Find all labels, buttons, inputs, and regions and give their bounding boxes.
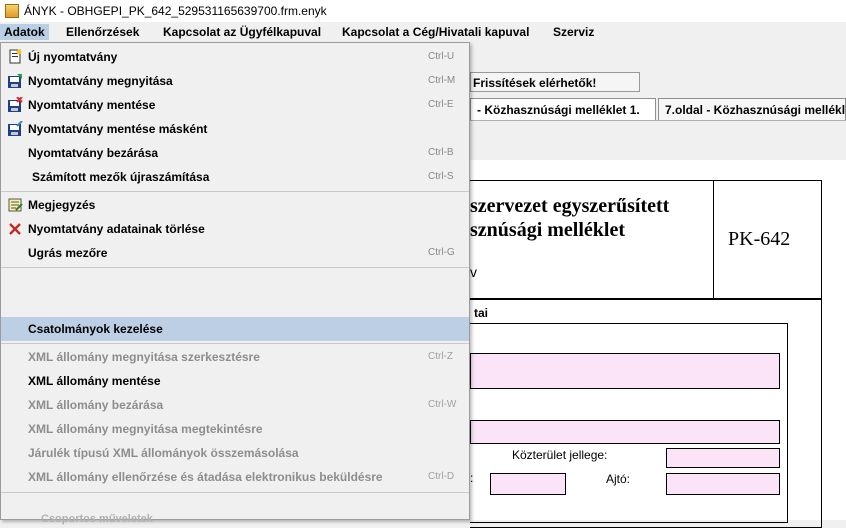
menu-ugyfelkapu[interactable]: Kapcsolat az Ügyfélkapuval: [159, 24, 325, 40]
window-title: ÁNYK - OBHGEPI_PK_642_529531165639700.fr…: [24, 4, 327, 18]
delete-icon: [9, 223, 21, 235]
header-divider: [713, 180, 714, 300]
menu-item-ugras-mezore[interactable]: Ugrás mezőre Ctrl-G: [1, 241, 469, 265]
label-ajto: Ajtó:: [606, 472, 631, 486]
menu-item-shortcut: Ctrl-G: [428, 247, 455, 258]
save-form-icon: [8, 97, 23, 112]
menu-item-szamitott-mezok[interactable]: Számított mezők újraszámítása Ctrl-S: [1, 165, 469, 189]
menu-ellenorzesek[interactable]: Ellenőrzések: [62, 24, 143, 40]
menu-item-csoportos-muveletek[interactable]: Csoportos műveletek: [41, 513, 153, 525]
menu-item-nyomtatvany-megnyitasa[interactable]: Nyomtatvány megnyitása Ctrl-M: [1, 69, 469, 93]
app-icon: [5, 4, 19, 18]
label-colon: :: [470, 471, 474, 485]
menu-item-shortcut: Ctrl-E: [428, 99, 454, 110]
adatok-dropdown-menu: Új nyomtatvány Ctrl-U Nyomtatvány megnyi…: [0, 42, 470, 525]
menu-item-shortcut: Ctrl-D: [428, 471, 455, 482]
menu-separator: [1, 343, 469, 344]
label-kozterulet-jellege: Közterület jellege:: [512, 448, 608, 462]
menu-item-label: XML állomány bezárása: [28, 398, 164, 412]
menu-item-shortcut: Ctrl-W: [428, 399, 457, 410]
save-as-icon: [8, 121, 23, 136]
menu-item-mentese-maskent[interactable]: Nyomtatvány mentése másként: [1, 117, 469, 141]
tab-kozhasznusagi-1[interactable]: - Közhasznúsági melléklet 1.: [470, 98, 656, 120]
menu-adatok[interactable]: Adatok: [0, 24, 49, 40]
menu-item-nyomtatvany-mentese[interactable]: Nyomtatvány mentése Ctrl-E: [1, 93, 469, 117]
title-bar: ÁNYK - OBHGEPI_PK_642_529531165639700.fr…: [0, 0, 846, 23]
menu-item-xml-mentese[interactable]: XML állomány mentése: [1, 369, 469, 393]
note-icon: [8, 198, 23, 212]
menu-item-label: XML állomány megnyitása megtekintésre: [28, 422, 263, 436]
menu-item-label: XML állomány ellenőrzése és átadása elek…: [28, 470, 383, 484]
menu-item-label: Új nyomtatvány: [28, 50, 118, 64]
address-field[interactable]: [470, 420, 780, 444]
ajto-field[interactable]: [666, 473, 780, 495]
menu-separator: [1, 267, 469, 268]
menu-item-shortcut: Ctrl-U: [428, 51, 455, 62]
menu-item-csatolmanyok-kezelese[interactable]: Csatolmányok kezelése: [1, 317, 469, 341]
menu-separator: [1, 191, 469, 192]
form-heading: szervezet egyszerűsített sznúsági mellék…: [470, 194, 710, 242]
menu-item-nyomtatvany-bezarasa[interactable]: Nyomtatvány bezárása Ctrl-B: [1, 141, 469, 165]
heading-line-1: szervezet egyszerűsített: [470, 195, 670, 217]
menu-item-label: Ugrás mezőre: [28, 246, 108, 260]
menu-item-jarulek-xml[interactable]: Járulék típusú XML állományok összemásol…: [1, 441, 469, 465]
menu-item-label: Nyomtatvány mentése másként: [28, 122, 208, 136]
menu-item-xml-megtekintesre[interactable]: XML állomány megnyitása megtekintésre: [1, 417, 469, 441]
menu-item-label: Nyomtatvány megnyitása: [28, 74, 173, 88]
menu-item-label: Megjegyzés: [28, 198, 96, 212]
hazszam-field[interactable]: [490, 473, 566, 495]
menu-item-shortcut: Ctrl-M: [428, 75, 456, 86]
menu-item-label: Csatolmányok kezelése: [28, 322, 163, 336]
menu-item-shortcut: Ctrl-B: [428, 147, 454, 158]
menu-item-label: Nyomtatvány bezárása: [28, 146, 159, 160]
menu-szerviz[interactable]: Szerviz: [549, 24, 598, 40]
form-document: szervezet egyszerűsített sznúsági mellék…: [470, 160, 846, 528]
menu-item-label: Nyomtatvány adatainak törlése: [28, 222, 205, 236]
version-mark: v: [470, 264, 477, 280]
name-field[interactable]: [470, 353, 780, 389]
menu-item-xml-ellenorzese[interactable]: XML állomány ellenőrzése és átadása elek…: [1, 465, 469, 489]
menu-separator: [1, 492, 469, 493]
form-code: PK-642: [728, 228, 791, 250]
new-form-icon: [9, 49, 22, 64]
menu-item-label: Számított mezők újraszámítása: [32, 170, 210, 184]
update-notice[interactable]: Frissítések elérhetők!: [470, 72, 640, 92]
section-title: tai: [474, 306, 489, 320]
menu-item-label: Nyomtatvány mentése: [28, 98, 156, 112]
menu-cegkapu[interactable]: Kapcsolat a Cég/Hivatali kapuval: [338, 24, 533, 40]
menu-item-adatok-torlese[interactable]: Nyomtatvány adatainak törlése: [1, 217, 469, 241]
menu-item-xml-bezarasa[interactable]: XML állomány bezárása Ctrl-W: [1, 393, 469, 417]
menu-bar: Adatok Ellenőrzések Kapcsolat az Ügyfélk…: [0, 22, 846, 43]
menu-item-label: XML állomány mentése: [28, 374, 161, 388]
menu-item-shortcut: Ctrl-S: [428, 171, 454, 182]
tab-7-oldal[interactable]: 7.oldal - Közhasznúsági mellékle: [658, 98, 846, 120]
open-form-icon: [8, 74, 22, 88]
menu-item-uj-nyomtatvany[interactable]: Új nyomtatvány Ctrl-U: [1, 45, 469, 69]
kozterulet-jellege-field[interactable]: [666, 448, 780, 468]
menu-item-shortcut: Ctrl-Z: [428, 351, 453, 362]
menu-item-xml-megnyitasa-szerkesztesre[interactable]: XML állomány megnyitása szerkesztésre Ct…: [1, 345, 469, 369]
menu-item-label: XML állomány megnyitása szerkesztésre: [28, 350, 260, 364]
heading-line-2: sznúsági melléklet: [470, 219, 625, 241]
form-subbar: [470, 120, 846, 162]
menu-item-label: Járulék típusú XML állományok összemásol…: [28, 446, 299, 460]
menu-item-megjegyzes[interactable]: Megjegyzés: [1, 193, 469, 217]
